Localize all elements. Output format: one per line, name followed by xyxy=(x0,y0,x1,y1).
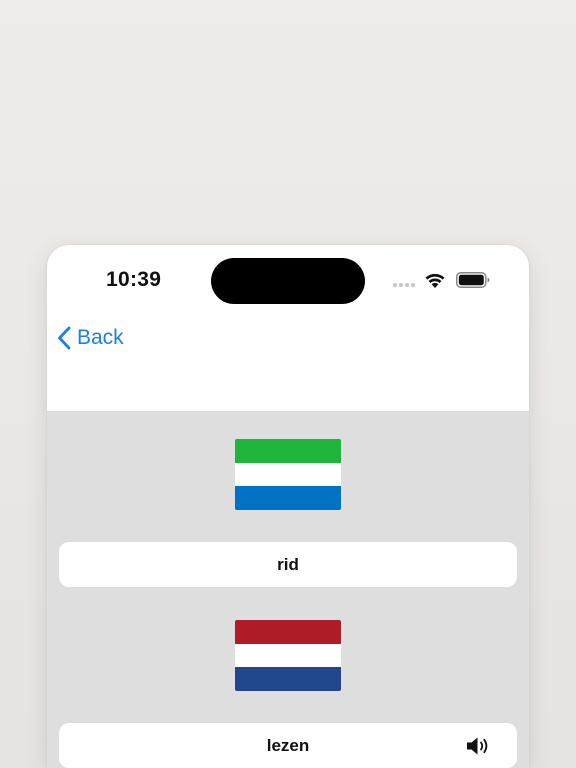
chevron-left-icon xyxy=(58,326,71,350)
answer-text: rid xyxy=(277,554,299,574)
flag-stripe xyxy=(235,620,341,644)
flag-stripe xyxy=(235,486,341,510)
navigation-bar: Back xyxy=(47,315,529,411)
answer-card[interactable]: lezen xyxy=(59,723,517,768)
flag-stripe xyxy=(235,439,341,463)
status-bar: 10:39 xyxy=(47,245,529,315)
quiz-content: rid lezen xyxy=(47,411,529,768)
app-window: 10:39 Back rid lezen xyxy=(47,245,529,768)
flag-stripe xyxy=(235,667,341,691)
status-time: 10:39 xyxy=(106,268,162,291)
flag-stripe xyxy=(235,643,341,668)
flag-netherlands xyxy=(235,620,341,691)
flag-sierra-leone xyxy=(235,439,341,510)
wifi-icon xyxy=(425,273,445,288)
answer-text: lezen xyxy=(266,735,310,755)
answer-card[interactable]: rid xyxy=(59,542,517,587)
flag-stripe xyxy=(235,462,341,487)
dynamic-island xyxy=(211,258,365,304)
cellular-signal-icon xyxy=(393,283,415,287)
battery-icon xyxy=(456,272,490,288)
back-label: Back xyxy=(77,326,124,349)
back-button[interactable]: Back xyxy=(57,323,124,353)
speaker-icon[interactable] xyxy=(465,735,491,757)
